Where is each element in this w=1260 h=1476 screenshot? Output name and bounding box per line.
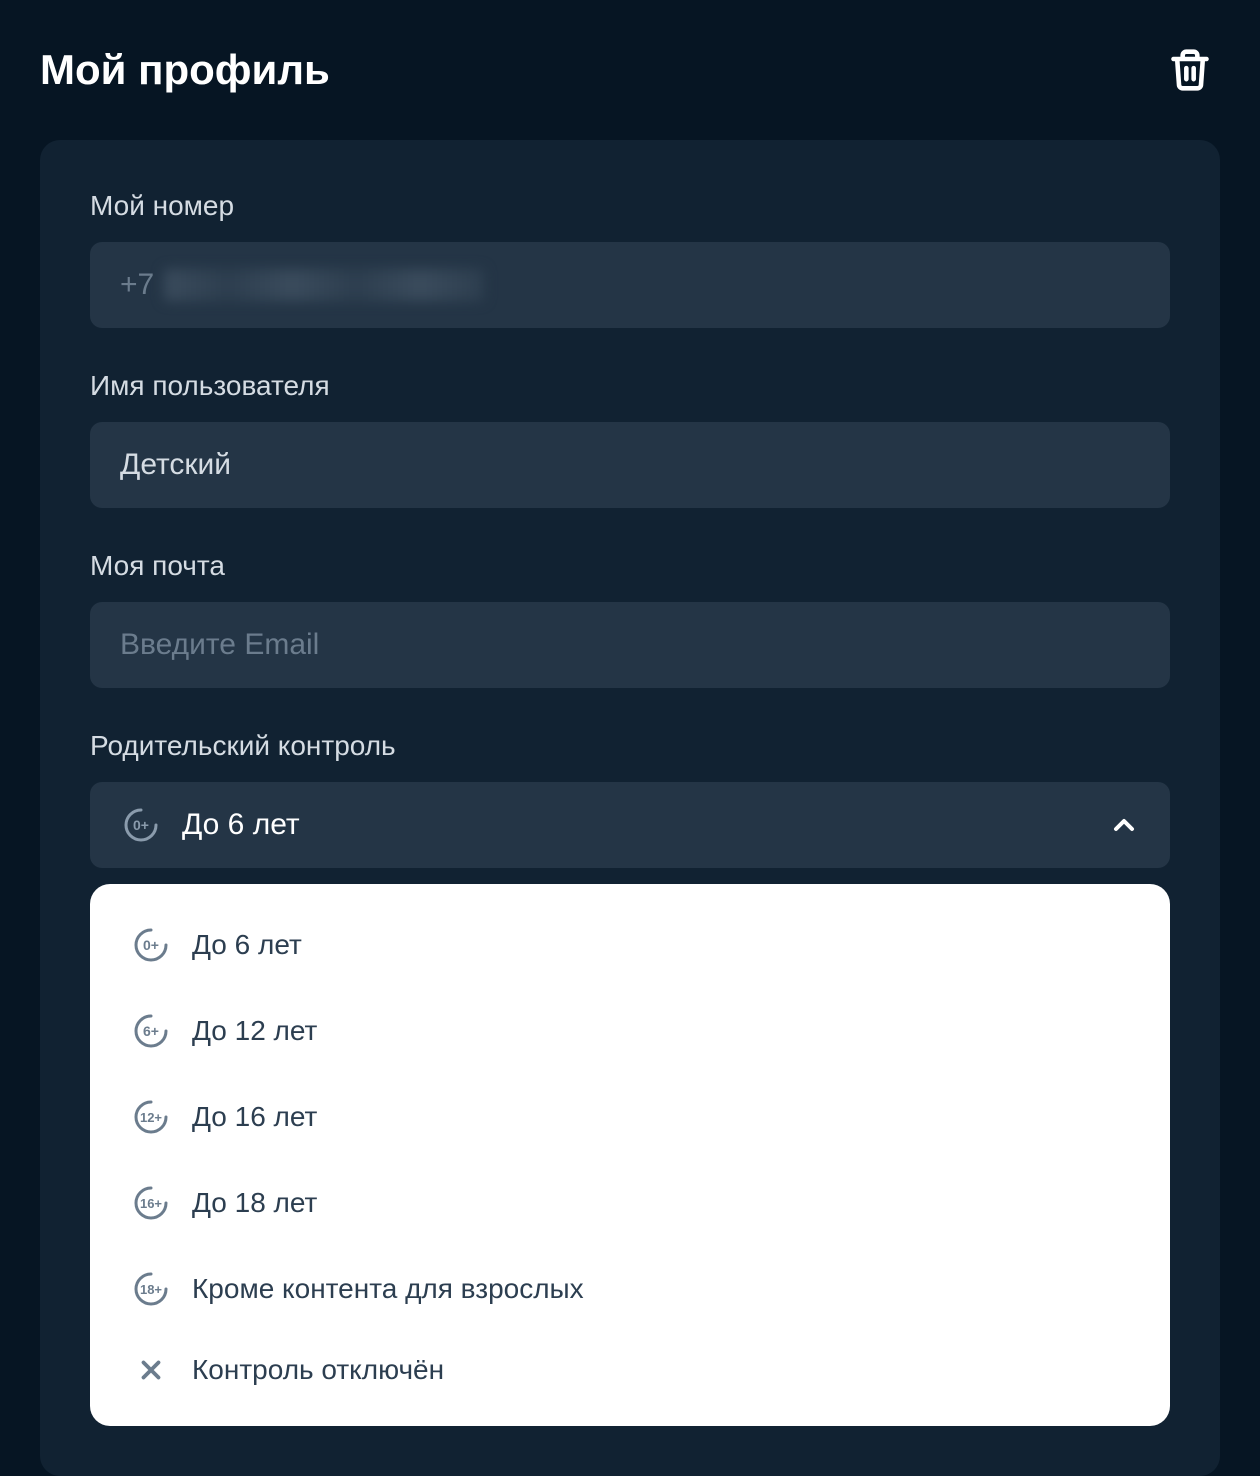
dropdown-option-label: До 6 лет — [192, 929, 302, 961]
email-field[interactable] — [90, 602, 1170, 688]
dropdown-option-1[interactable]: 6+ До 12 лет — [90, 988, 1170, 1074]
dropdown-option-label: Контроль отключён — [192, 1354, 444, 1386]
dropdown-option-0[interactable]: 0+ До 6 лет — [90, 902, 1170, 988]
page-title: Мой профиль — [40, 46, 330, 94]
chevron-up-icon — [1108, 809, 1140, 841]
svg-text:6+: 6+ — [143, 1023, 159, 1039]
username-label: Имя пользователя — [90, 370, 1170, 402]
dropdown-option-label: До 16 лет — [192, 1101, 317, 1133]
phone-field[interactable]: +7 — [90, 242, 1170, 328]
svg-text:0+: 0+ — [143, 937, 159, 953]
svg-text:16+: 16+ — [140, 1196, 162, 1211]
svg-text:0+: 0+ — [133, 817, 149, 833]
parental-label: Родительский контроль — [90, 730, 1170, 762]
phone-prefix: +7 — [120, 268, 154, 302]
trash-icon — [1168, 48, 1212, 92]
dropdown-option-3[interactable]: 16+ До 18 лет — [90, 1160, 1170, 1246]
dropdown-option-label: Кроме контента для взрослых — [192, 1273, 584, 1305]
age-rating-icon: 0+ — [130, 924, 172, 966]
svg-text:12+: 12+ — [140, 1110, 162, 1125]
profile-card: Мой номер +7 Имя пользователя Моя почта … — [40, 140, 1220, 1476]
parental-dropdown: 0+ До 6 лет 6+ До 12 лет 1 — [90, 884, 1170, 1426]
phone-label: Мой номер — [90, 190, 1170, 222]
email-label: Моя почта — [90, 550, 1170, 582]
close-icon — [136, 1355, 166, 1385]
svg-text:18+: 18+ — [140, 1282, 162, 1297]
dropdown-option-4[interactable]: 18+ Кроме контента для взрослых — [90, 1246, 1170, 1332]
age-rating-icon: 6+ — [130, 1010, 172, 1052]
dropdown-option-label: До 18 лет — [192, 1187, 317, 1219]
phone-number-blurred — [164, 269, 484, 301]
dropdown-option-5[interactable]: Контроль отключён — [90, 1332, 1170, 1408]
age-rating-icon: 16+ — [130, 1182, 172, 1224]
delete-button[interactable] — [1160, 40, 1220, 100]
dropdown-option-2[interactable]: 12+ До 16 лет — [90, 1074, 1170, 1160]
age-rating-icon: 12+ — [130, 1096, 172, 1138]
age-rating-icon: 0+ — [120, 804, 162, 846]
username-field[interactable] — [90, 422, 1170, 508]
parental-selected-value: До 6 лет — [182, 808, 300, 842]
parental-select[interactable]: 0+ До 6 лет — [90, 782, 1170, 868]
age-rating-icon: 18+ — [130, 1268, 172, 1310]
dropdown-option-label: До 12 лет — [192, 1015, 317, 1047]
